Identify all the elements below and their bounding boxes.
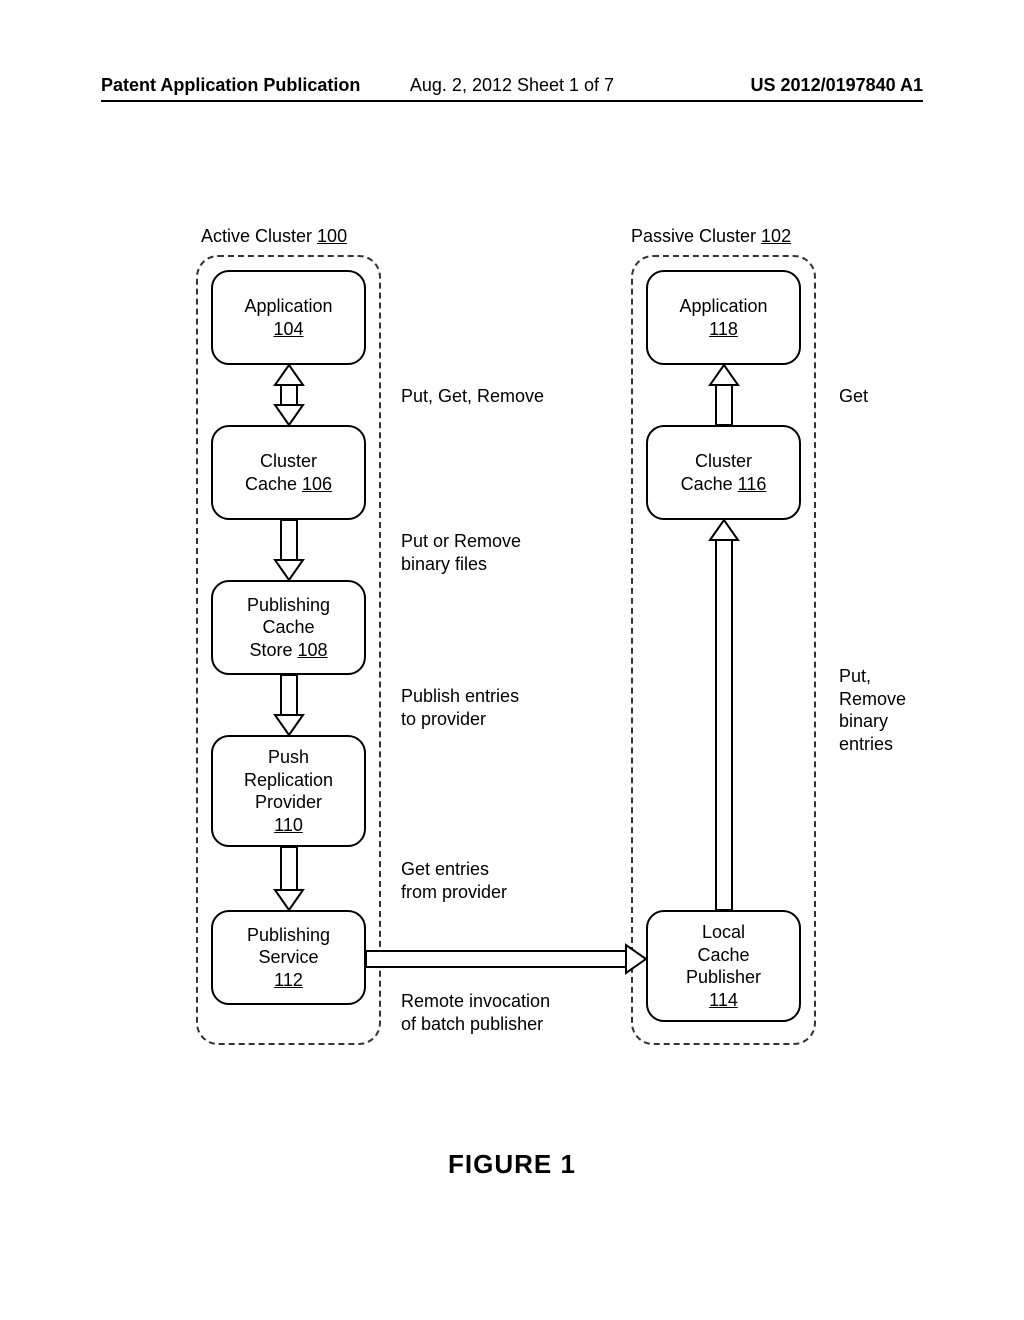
- cluster-cache-box-right: Cluster Cache 116: [646, 425, 801, 520]
- passive-cluster-ref: 102: [761, 226, 791, 246]
- passive-cluster-label: Passive Cluster: [631, 226, 761, 246]
- cluster-cache-right-ref: 116: [738, 474, 767, 494]
- annotation-put-get-remove: Put, Get, Remove: [401, 385, 544, 408]
- publishing-service-ref: 112: [274, 969, 303, 992]
- active-cluster-title: Active Cluster 100: [201, 226, 347, 247]
- header-right: US 2012/0197840 A1: [751, 75, 923, 96]
- local-cache-publisher-label: Local Cache Publisher: [686, 921, 761, 989]
- annotation-put-remove-binary-files: Put or Remove binary files: [401, 530, 521, 575]
- application-right-ref: 118: [709, 318, 738, 341]
- passive-cluster-title: Passive Cluster 102: [631, 226, 791, 247]
- publishing-cache-store-ref: 108: [297, 640, 327, 660]
- application-box-right: Application 118: [646, 270, 801, 365]
- active-cluster-ref: 100: [317, 226, 347, 246]
- publishing-cache-store-box: Publishing Cache Store 108: [211, 580, 366, 675]
- page: Patent Application Publication Aug. 2, 2…: [0, 0, 1024, 1320]
- arrow-pubsvc-to-localpublisher: [366, 945, 646, 973]
- push-replication-provider-ref: 110: [274, 814, 303, 837]
- annotation-get-entries: Get entries from provider: [401, 858, 507, 903]
- publishing-service-box: Publishing Service 112: [211, 910, 366, 1005]
- application-right-label: Application: [679, 295, 767, 318]
- publishing-service-label: Publishing Service: [247, 924, 330, 969]
- application-left-ref: 104: [273, 318, 303, 341]
- cluster-cache-left-ref: 106: [302, 474, 332, 494]
- local-cache-publisher-box: Local Cache Publisher 114: [646, 910, 801, 1022]
- cluster-cache-box-left: Cluster Cache 106: [211, 425, 366, 520]
- diagram: Active Cluster 100 Passive Cluster 102 A…: [101, 140, 923, 1120]
- annotation-publish-entries: Publish entries to provider: [401, 685, 519, 730]
- annotation-put-remove-binary-entries: Put, Remove binary entries: [839, 665, 923, 755]
- active-cluster-label: Active Cluster: [201, 226, 317, 246]
- figure-label: FIGURE 1: [101, 1149, 923, 1180]
- application-box-left: Application 104: [211, 270, 366, 365]
- local-cache-publisher-ref: 114: [709, 989, 738, 1012]
- application-left-label: Application: [244, 295, 332, 318]
- push-replication-provider-label: Push Replication Provider: [244, 746, 333, 814]
- annotation-remote-invocation: Remote invocation of batch publisher: [401, 990, 550, 1035]
- annotation-get: Get: [839, 385, 868, 408]
- header-rule: [101, 100, 923, 102]
- push-replication-provider-box: Push Replication Provider 110: [211, 735, 366, 847]
